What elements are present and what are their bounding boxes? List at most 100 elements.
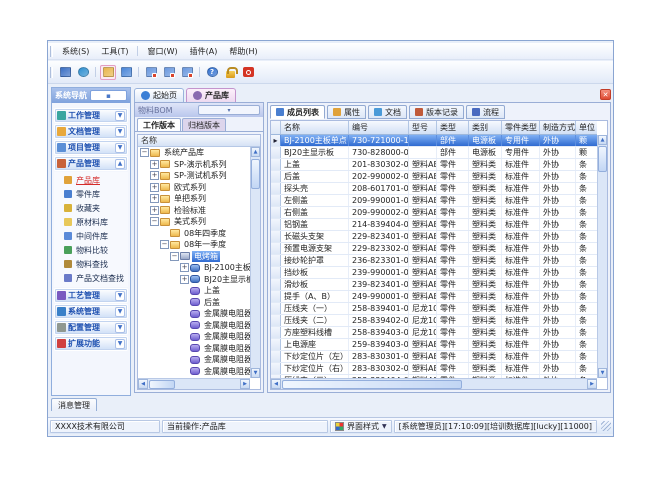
lock-icon[interactable] <box>222 65 238 80</box>
table-row[interactable]: 滑纱板239-823401-00X塑料ABS零件塑料类标准件外协条 <box>271 279 597 291</box>
tree-hscroll-thumb[interactable] <box>149 380 175 389</box>
sidebar-item-part-library[interactable]: 零件库 <box>58 187 128 201</box>
open-folder-icon[interactable] <box>100 65 116 80</box>
chevron-down-icon[interactable]: ▼ <box>115 307 125 317</box>
tree-vscroll-thumb[interactable] <box>251 159 260 189</box>
sidebar-item-product-library[interactable]: 产品库 <box>58 173 128 187</box>
sidebar-section-config-management[interactable]: 配置管理▼ <box>54 320 128 335</box>
table-horizontal-scrollbar[interactable]: ◀ ▶ <box>271 378 597 389</box>
collapse-icon[interactable]: − <box>150 217 159 226</box>
row-selector-cell[interactable] <box>271 207 281 218</box>
tree-item[interactable]: +欧式系列 <box>138 182 250 194</box>
tree-item[interactable]: +SP-演示机系列 <box>138 159 250 171</box>
expand-icon[interactable]: + <box>150 194 159 203</box>
column-header-3[interactable]: 类型 <box>437 121 469 134</box>
table-row[interactable]: 上盖201-830302-00X塑料ABS零件塑料类标准件外协条 <box>271 159 597 171</box>
table-row[interactable]: 方座塑料线槽258-839403-00X尼龙1010零件塑料类标准件外协条 <box>271 327 597 339</box>
row-selector-cell[interactable] <box>271 147 281 158</box>
sidebar-item-material-search[interactable]: 物料查找 <box>58 257 128 271</box>
collapse-icon[interactable]: − <box>170 252 179 261</box>
doc-tab-product-library[interactable]: 产品库 <box>186 88 236 102</box>
chevron-down-icon[interactable]: ▼ <box>115 111 125 121</box>
tree-item[interactable]: +SP-测试机系列 <box>138 170 250 182</box>
column-header-7[interactable]: 单位 <box>576 121 597 134</box>
sidebar-item-material-compare[interactable]: 物料比较 <box>58 243 128 257</box>
tree-item[interactable]: +检验标准 <box>138 205 250 217</box>
column-header-5[interactable]: 零件类型 <box>502 121 540 134</box>
table-row[interactable]: 预置电源支架229-823302-00X塑料ABS零件塑料类标准件外协条 <box>271 243 597 255</box>
table-row[interactable]: 压线夹（一）258-839401-00X尼龙1010零件塑料类标准件外协条 <box>271 303 597 315</box>
layout-window-icon[interactable] <box>118 65 134 80</box>
tree-item[interactable]: −系统产品库 <box>138 147 250 159</box>
toolbar-grip[interactable] <box>50 67 53 78</box>
table-vertical-scrollbar[interactable]: ▲ ▼ <box>597 135 607 378</box>
tab-workflow[interactable]: 流程 <box>466 105 505 119</box>
pin-icon[interactable]: ▪ <box>90 90 127 101</box>
table-row[interactable]: 提手（A、B）249-990001-01X塑料ABS零件塑料类标准件外协条 <box>271 291 597 303</box>
message-tab[interactable]: 消息管理 <box>51 398 97 411</box>
table-row[interactable]: 挡纱板239-990001-01X塑料ABS零件塑料类标准件外协条 <box>271 267 597 279</box>
column-header-4[interactable]: 类别 <box>469 121 502 134</box>
table-row[interactable]: 右侧盖209-990002-01X塑料ABS零件塑料类标准件外协条 <box>271 207 597 219</box>
table-row[interactable]: ▸BJ-2100主板单点730-721000-12X部件电源板专用件外协颗 <box>271 135 597 147</box>
scroll-up-icon[interactable]: ▲ <box>251 147 260 157</box>
tree-item[interactable]: −电烤箱 <box>138 251 250 263</box>
row-selector-cell[interactable] <box>271 231 281 242</box>
tab-properties[interactable]: 属性 <box>327 105 366 119</box>
row-selector-cell[interactable] <box>271 327 281 338</box>
row-selector-cell[interactable] <box>271 303 281 314</box>
row-selector-cell[interactable] <box>271 267 281 278</box>
chevron-down-icon[interactable]: ▼ <box>115 143 125 153</box>
scroll-up-icon[interactable]: ▲ <box>598 135 607 145</box>
row-selector-cell[interactable] <box>271 315 281 326</box>
table-row[interactable]: 左侧盖209-990001-01X塑料ABS零件塑料类标准件外协条 <box>271 195 597 207</box>
row-selector-cell[interactable] <box>271 255 281 266</box>
row-selector-cell[interactable] <box>271 219 281 230</box>
row-selector-cell[interactable] <box>271 171 281 182</box>
sidebar-section-product-management[interactable]: 产品管理▲ <box>54 156 128 171</box>
tab-archived-version[interactable]: 归档版本 <box>182 118 226 131</box>
menu-grip[interactable] <box>50 46 53 57</box>
tree-vertical-scrollbar[interactable]: ▲ ▼ <box>250 147 260 378</box>
sidebar-section-system-management[interactable]: 系统管理▼ <box>54 304 128 319</box>
tree-column-header[interactable]: 名称 <box>138 135 260 147</box>
exit-icon[interactable] <box>240 65 256 80</box>
menu-window[interactable]: 窗口(W) <box>141 44 183 59</box>
scroll-left-icon[interactable]: ◀ <box>138 379 148 389</box>
chevron-down-icon[interactable]: ▼ <box>115 339 125 349</box>
row-selector-cell[interactable] <box>271 279 281 290</box>
doc-window-pin-icon[interactable] <box>179 65 195 80</box>
bom-pin-icon[interactable]: ▾ <box>198 105 260 115</box>
globe-icon[interactable] <box>75 65 91 80</box>
sidebar-section-document-management[interactable]: 文档管理▼ <box>54 124 128 139</box>
workspace-icon[interactable] <box>57 65 73 80</box>
tree-item[interactable]: 金属膜电阻器 <box>138 343 250 355</box>
tree-item[interactable]: 金属膜电阻器 <box>138 331 250 343</box>
tree-item[interactable]: 金属膜电阻器 <box>138 354 250 366</box>
table-row[interactable]: 接纱轮护罩236-823301-00X塑料ABS零件塑料类标准件外协条 <box>271 255 597 267</box>
expand-icon[interactable]: + <box>150 206 159 215</box>
row-selector-cell[interactable] <box>271 363 281 374</box>
tab-member-list[interactable]: 成员列表 <box>270 105 325 119</box>
resize-grip[interactable] <box>601 421 611 431</box>
tree-horizontal-scrollbar[interactable]: ◀ ▶ <box>138 378 250 389</box>
tab-working-version[interactable]: 工作版本 <box>137 118 181 131</box>
ui-style-dropdown[interactable]: 界面样式 ▼ <box>330 420 392 433</box>
expand-icon[interactable]: + <box>150 183 159 192</box>
doc-window-close-icon[interactable] <box>143 65 159 80</box>
column-header-1[interactable]: 编号 <box>349 121 409 134</box>
expand-icon[interactable]: + <box>150 171 159 180</box>
collapse-icon[interactable]: − <box>160 240 169 249</box>
menu-system[interactable]: 系统(S) <box>56 44 95 59</box>
chevron-up-icon[interactable]: ▲ <box>115 159 125 169</box>
column-header-0[interactable]: 名称 <box>281 121 349 134</box>
sidebar-item-favorites[interactable]: 收藏夹 <box>58 201 128 215</box>
scroll-down-icon[interactable]: ▼ <box>251 368 260 378</box>
row-selector-cell[interactable] <box>271 195 281 206</box>
table-row[interactable]: 下纱定位片（右）283-830302-00X塑料ABS零件塑料类标准件外协条 <box>271 363 597 375</box>
tab-version-history[interactable]: 版本记录 <box>409 105 464 119</box>
table-row[interactable]: 后盖202-990002-01X塑料ABS零件塑料类标准件外协条 <box>271 171 597 183</box>
tree-item[interactable]: −美式系列 <box>138 216 250 228</box>
sidebar-item-raw-material-library[interactable]: 原材料库 <box>58 215 128 229</box>
tree-item[interactable]: +单把系列 <box>138 193 250 205</box>
